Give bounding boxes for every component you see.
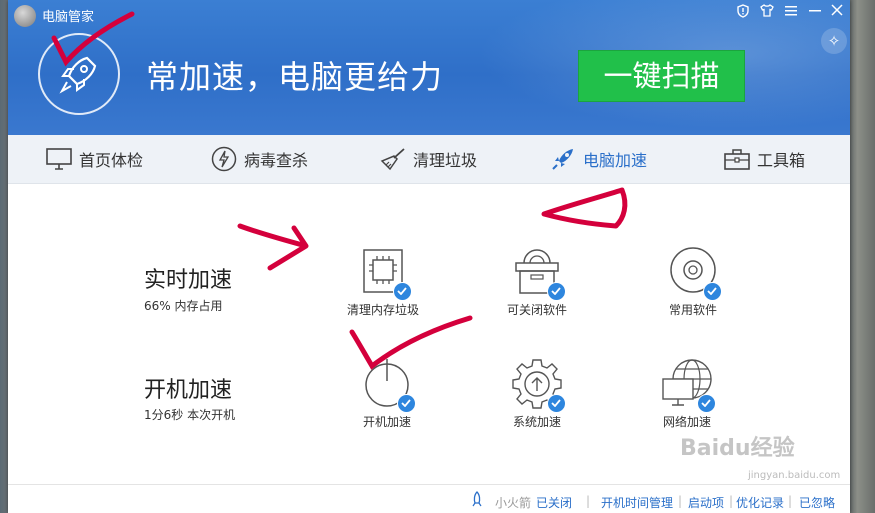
tile-boot-speedup[interactable]: 开机加速	[332, 357, 442, 430]
footer-divider: |	[729, 494, 734, 508]
tab-label: 首页体检	[79, 151, 144, 170]
minimize-icon[interactable]	[806, 4, 824, 20]
menu-icon[interactable]	[782, 4, 800, 20]
tile-label: 清理内存垃圾	[346, 303, 419, 317]
skin-shirt-icon[interactable]	[758, 4, 776, 21]
checkmark-badge-icon	[547, 394, 566, 413]
tab-label: 病毒查杀	[244, 151, 309, 170]
checkmark-badge-icon	[397, 394, 416, 413]
tab-clean-junk[interactable]: 清理垃圾	[380, 135, 477, 183]
small-rocket-icon[interactable]	[470, 491, 484, 510]
tile-clean-memory[interactable]: 清理内存垃圾	[328, 245, 438, 318]
checkmark-badge-icon	[703, 282, 722, 301]
main-nav: 首页体检 病毒查杀 清理垃圾 电脑加速 工具箱	[8, 135, 850, 184]
ignored-link[interactable]: 已忽略	[799, 494, 835, 511]
footer-bar: 小火箭 已关闭 | 开机时间管理 | 启动项 | 优化记录 | 已忽略	[8, 484, 850, 513]
broom-icon	[380, 148, 405, 171]
tab-toolbox[interactable]: 工具箱	[724, 135, 805, 183]
sparkle-icon[interactable]: ✧	[821, 28, 847, 54]
tab-virus-scan[interactable]: 病毒查杀	[211, 135, 308, 183]
lightning-icon	[211, 146, 237, 172]
footer-divider: |	[678, 494, 683, 508]
monitor-icon	[46, 148, 72, 170]
boot-time-manage-link[interactable]: 开机时间管理	[601, 494, 673, 511]
tab-label: 工具箱	[757, 151, 806, 170]
tile-closable-software[interactable]: 可关闭软件	[482, 245, 592, 318]
boot-title: 开机加速	[144, 378, 233, 403]
footer-divider: |	[788, 494, 793, 508]
rocket-label: 小火箭	[495, 496, 532, 510]
boot-status: 1分6秒 本次开机	[144, 408, 236, 422]
footer-divider: |	[586, 494, 591, 508]
tile-system-speedup[interactable]: 系统加速	[482, 357, 592, 430]
optimize-log-link[interactable]: 优化记录	[736, 494, 784, 511]
tile-label: 开机加速	[362, 415, 411, 429]
tile-common-software[interactable]: 常用软件	[638, 245, 748, 318]
close-icon[interactable]	[828, 4, 846, 20]
shield-icon[interactable]	[734, 4, 752, 22]
rocket-status-link[interactable]: 已关闭	[536, 494, 572, 511]
tile-label: 常用软件	[668, 303, 717, 317]
rocket-icon	[552, 149, 573, 170]
tile-label: 可关闭软件	[506, 303, 567, 317]
realtime-title: 实时加速	[144, 268, 233, 293]
header-banner: 电脑管家 常加速，电脑更给力 一键扫描 ✧	[8, 0, 850, 135]
checkmark-badge-icon	[547, 282, 566, 301]
tab-home-checkup[interactable]: 首页体检	[46, 135, 143, 183]
rocket-logo-icon	[38, 33, 120, 115]
realtime-status: 66% 内存占用	[144, 299, 223, 313]
one-click-scan-button[interactable]: 一键扫描	[578, 50, 745, 102]
toolbox-icon	[724, 149, 750, 170]
tile-label: 系统加速	[512, 415, 561, 429]
tab-label: 电脑加速	[583, 151, 648, 170]
tile-label: 网络加速	[662, 415, 711, 429]
checkmark-badge-icon	[393, 282, 412, 301]
app-avatar-icon[interactable]	[14, 5, 36, 27]
startup-items-link[interactable]: 启动项	[688, 494, 724, 511]
tile-network-speedup[interactable]: 网络加速	[632, 357, 742, 430]
header-slogan: 常加速，电脑更给力	[146, 58, 444, 96]
app-title: 电脑管家	[42, 10, 95, 25]
app-window: 电脑管家 常加速，电脑更给力 一键扫描 ✧ 首页体检 病毒查杀 清理垃圾 电脑加…	[8, 0, 850, 513]
tab-pc-speedup[interactable]: 电脑加速	[550, 135, 647, 183]
tab-label: 清理垃圾	[413, 151, 478, 170]
checkmark-badge-icon	[697, 394, 716, 413]
watermark-url: jingyan.baidu.com	[748, 470, 841, 481]
watermark: Baidu经验	[680, 436, 795, 461]
